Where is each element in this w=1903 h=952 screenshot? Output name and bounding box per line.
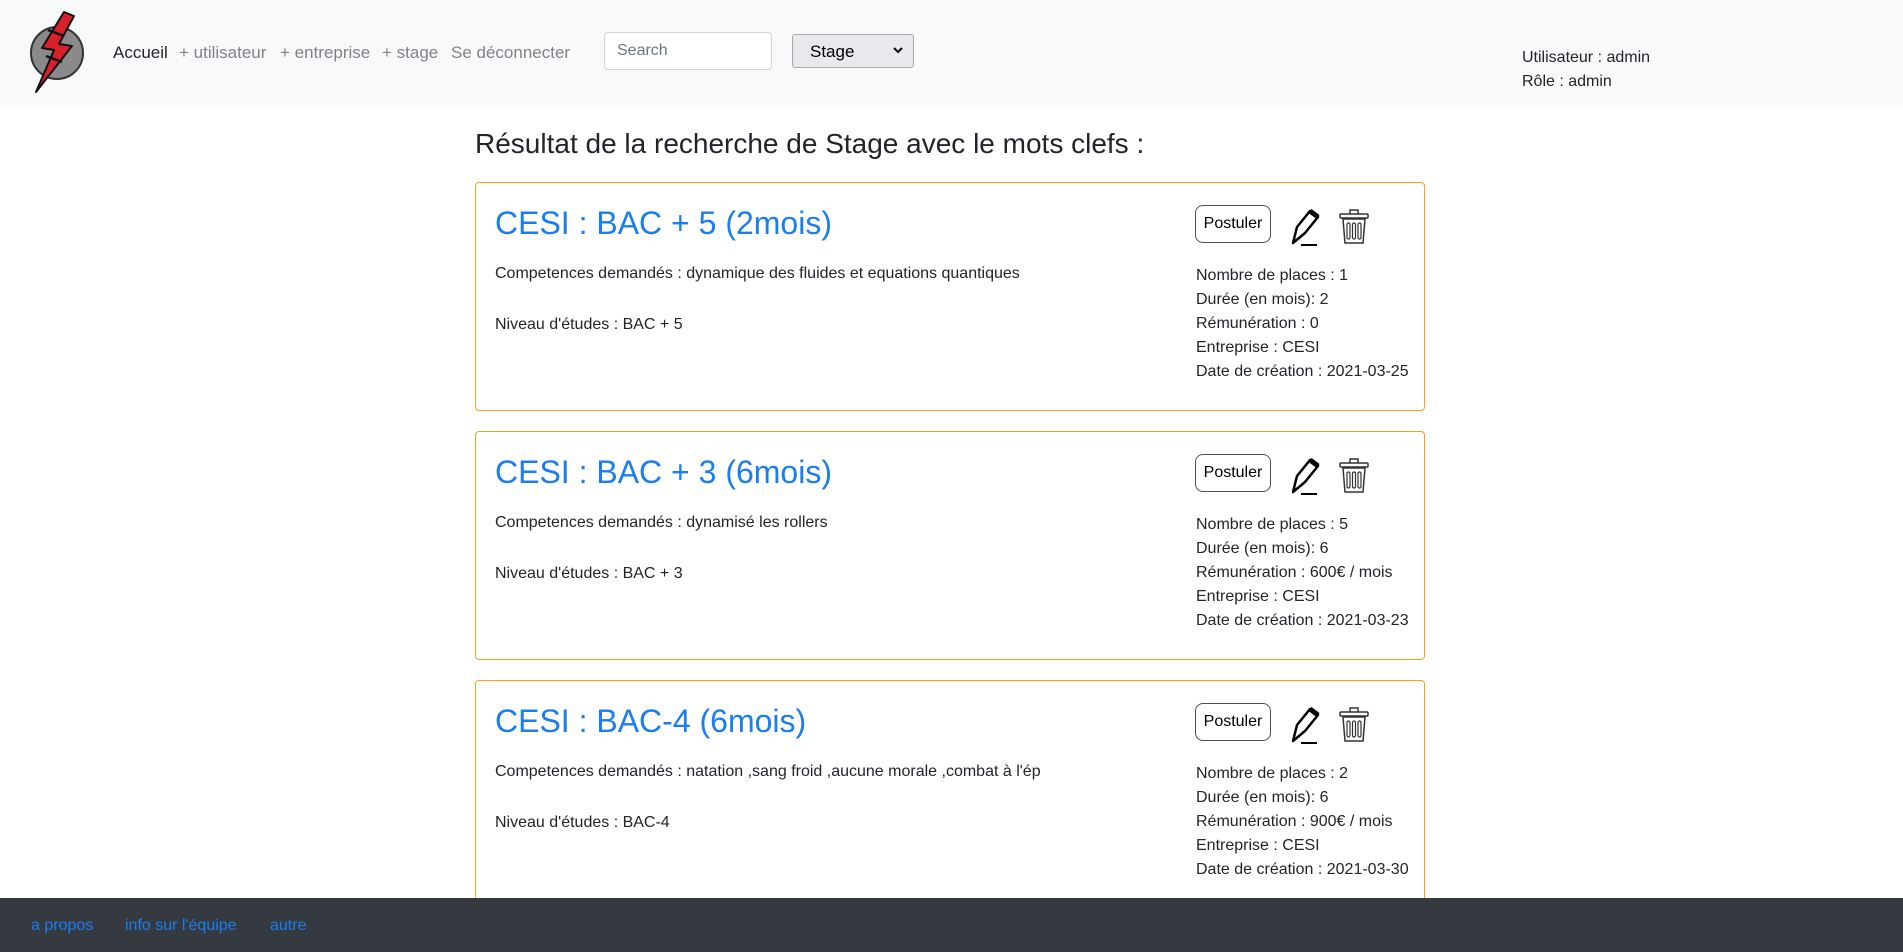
offer-duration: Durée (en mois): 6: [1196, 540, 1329, 557]
trash-icon[interactable]: [1336, 206, 1372, 246]
pen-icon[interactable]: [1289, 705, 1325, 747]
nav-add-user[interactable]: + utilisateur: [179, 43, 266, 63]
offer-date: Date de création : 2021-03-25: [1196, 363, 1409, 380]
nav-accueil[interactable]: Accueil: [113, 43, 168, 63]
offer-company: Entreprise : CESI: [1196, 588, 1320, 605]
offer-details: Nombre de places : 2 Durée (en mois): 6 …: [1196, 762, 1409, 882]
offer-date: Date de création : 2021-03-30: [1196, 861, 1409, 878]
offer-details: Nombre de places : 1 Durée (en mois): 2 …: [1196, 264, 1409, 384]
offer-title[interactable]: CESI : BAC + 5 (2mois): [495, 205, 832, 242]
offer-card: CESI : BAC + 3 (6mois) Competences deman…: [475, 431, 1425, 660]
offer-salary: Rémunération : 0: [1196, 315, 1319, 332]
chevron-down-icon: [893, 47, 903, 54]
footer-link-about[interactable]: a propos: [31, 917, 93, 935]
offer-places: Nombre de places : 5: [1196, 516, 1349, 533]
offer-salary: Rémunération : 600€ / mois: [1196, 564, 1393, 581]
search-input[interactable]: [604, 32, 772, 70]
apply-button[interactable]: Postuler: [1195, 454, 1271, 492]
offer-level: Niveau d'études : BAC + 5: [495, 316, 683, 333]
footer-link-team[interactable]: info sur l'équipe: [125, 917, 237, 935]
offer-card: CESI : BAC + 5 (2mois) Competences deman…: [475, 182, 1425, 411]
offer-details: Nombre de places : 5 Durée (en mois): 6 …: [1196, 513, 1409, 633]
footer: a propos info sur l'équipe autre: [0, 898, 1903, 952]
offer-level: Niveau d'études : BAC-4: [495, 814, 670, 831]
user-line: Utilisateur : admin: [1522, 49, 1651, 66]
offer-competences: Competences demandés : dynamisé les roll…: [495, 514, 828, 531]
search-type-value: Stage: [810, 42, 855, 61]
nav-logout[interactable]: Se déconnecter: [451, 43, 570, 63]
offer-level: Niveau d'études : BAC + 3: [495, 565, 683, 582]
offer-competences: Competences demandés : dynamique des flu…: [495, 265, 1020, 282]
offer-title[interactable]: CESI : BAC-4 (6mois): [495, 703, 806, 740]
apply-button[interactable]: Postuler: [1195, 205, 1271, 243]
offer-date: Date de création : 2021-03-23: [1196, 612, 1409, 629]
trash-icon[interactable]: [1336, 704, 1372, 744]
pen-icon[interactable]: [1289, 456, 1325, 498]
pen-icon[interactable]: [1289, 207, 1325, 249]
offer-card: CESI : BAC-4 (6mois) Competences demandé…: [475, 680, 1425, 909]
offer-places: Nombre de places : 2: [1196, 765, 1349, 782]
offer-salary: Rémunération : 900€ / mois: [1196, 813, 1393, 830]
role-line: Rôle : admin: [1522, 73, 1612, 90]
offer-competences: Competences demandés : natation ,sang fr…: [495, 763, 1041, 780]
offer-title[interactable]: CESI : BAC + 3 (6mois): [495, 454, 832, 491]
nav-add-internship[interactable]: + stage: [382, 43, 438, 63]
nav-add-company[interactable]: + entreprise: [280, 43, 370, 63]
navbar: Accueil + utilisateur + entreprise + sta…: [0, 0, 1903, 105]
offer-duration: Durée (en mois): 6: [1196, 789, 1329, 806]
footer-link-other[interactable]: autre: [270, 917, 306, 935]
apply-button[interactable]: Postuler: [1195, 703, 1271, 741]
lightning-logo[interactable]: [28, 10, 86, 94]
offer-places: Nombre de places : 1: [1196, 267, 1349, 284]
search-type-select[interactable]: Stage: [792, 34, 914, 68]
trash-icon[interactable]: [1336, 455, 1372, 495]
offer-company: Entreprise : CESI: [1196, 339, 1320, 356]
offer-company: Entreprise : CESI: [1196, 837, 1320, 854]
page-title: Résultat de la recherche de Stage avec l…: [475, 128, 1145, 159]
offer-duration: Durée (en mois): 2: [1196, 291, 1329, 308]
user-info: Utilisateur : admin Rôle : admin: [1522, 46, 1650, 94]
